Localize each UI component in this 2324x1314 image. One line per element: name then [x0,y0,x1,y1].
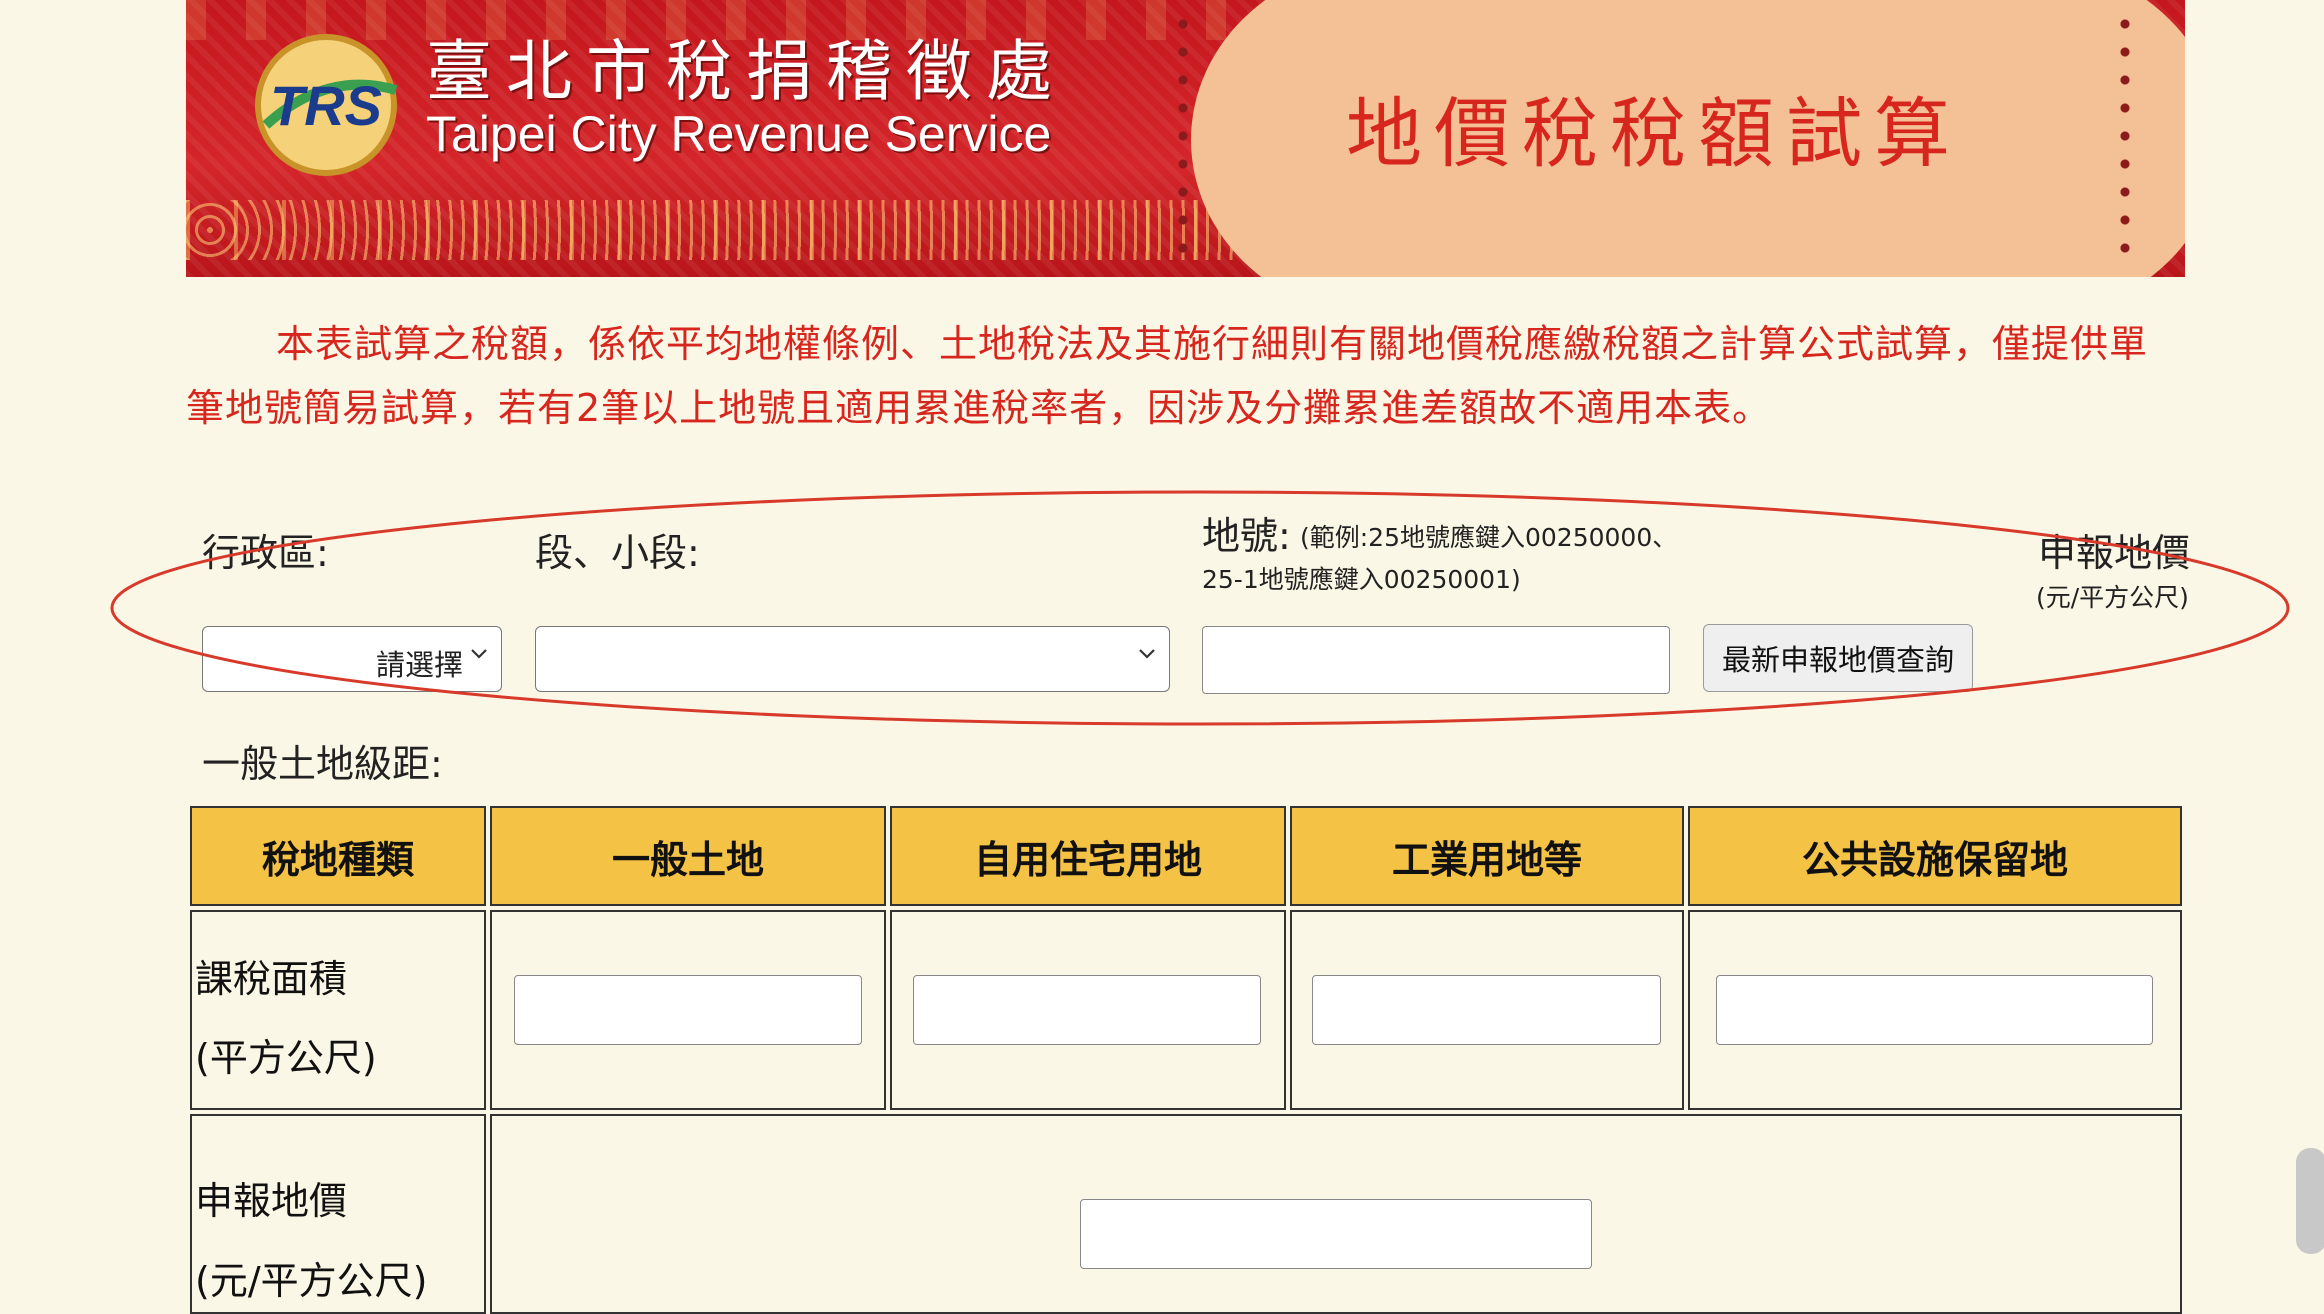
district-select-value: 請選擇 [375,648,463,682]
header-cell-land-type: 稅地種類 [190,806,486,906]
notice-text: 本表試算之稅額，係依平均地權條例、土地稅法及其施行細則有關地價稅應繳稅額之計算公… [186,322,2149,430]
land-no-label: 地號: [1202,514,1291,558]
scroll-dots-right [2118,10,2132,270]
declared-value-label: 申報地價 [2038,531,2191,575]
land-no-hint-line2: 25-1地號應鍵入00250001) [1202,565,1521,594]
section-select[interactable] [535,626,1170,692]
row-label-taxable-area-unit: (平方公尺) [195,1036,377,1080]
agency-name-en: Taipei City Revenue Service [426,106,1052,162]
row-label-declared-value-unit: (元/平方公尺) [195,1259,428,1303]
row-label-declared-value: 申報地價 [195,1179,348,1223]
general-land-bracket-label: 一般土地級距: [202,742,443,786]
area-input-self-use-residential[interactable] [913,975,1261,1045]
land-no-input[interactable] [1202,626,1670,694]
declared-value-query-button[interactable]: 最新申報地價查詢 [1703,624,1973,692]
chevron-down-icon [471,649,487,659]
header-cell-self-use-residential: 自用住宅用地 [890,806,1286,906]
row-label-taxable-area: 課稅面積 [195,957,348,1001]
banner-ornament-band [186,200,1286,260]
header-cell-general-land: 一般土地 [490,806,886,906]
district-label: 行政區: [202,531,329,575]
area-input-public-facility-reserved[interactable] [1716,975,2153,1045]
area-input-general-land[interactable] [514,975,862,1045]
declared-value-unit: (元/平方公尺) [2036,583,2189,612]
logo-text: TRS [270,74,382,137]
header-cell-public-facility-reserved: 公共設施保留地 [1688,806,2182,906]
declared-value-input[interactable] [1080,1199,1592,1269]
trs-logo-icon: TRS [255,34,398,176]
scroll-dots-left [1176,10,1190,270]
area-input-industrial[interactable] [1312,975,1661,1045]
page-title: 地價稅稅額試算 [1346,89,1962,178]
agency-name-zh: 臺北市稅捐稽徵處 [426,33,1066,110]
scrollbar-thumb[interactable] [2296,1148,2324,1254]
land-no-hint-line1: (範例:25地號應鍵入00250000、 [1300,523,1678,552]
district-select[interactable]: 請選擇 [202,626,502,692]
header-banner: TRS 臺北市稅捐稽徵處 Taipei City Revenue Service… [186,0,2185,277]
header-cell-industrial: 工業用地等 [1290,806,1684,906]
chevron-down-icon [1139,649,1155,659]
section-label: 段、小段: [535,531,700,575]
